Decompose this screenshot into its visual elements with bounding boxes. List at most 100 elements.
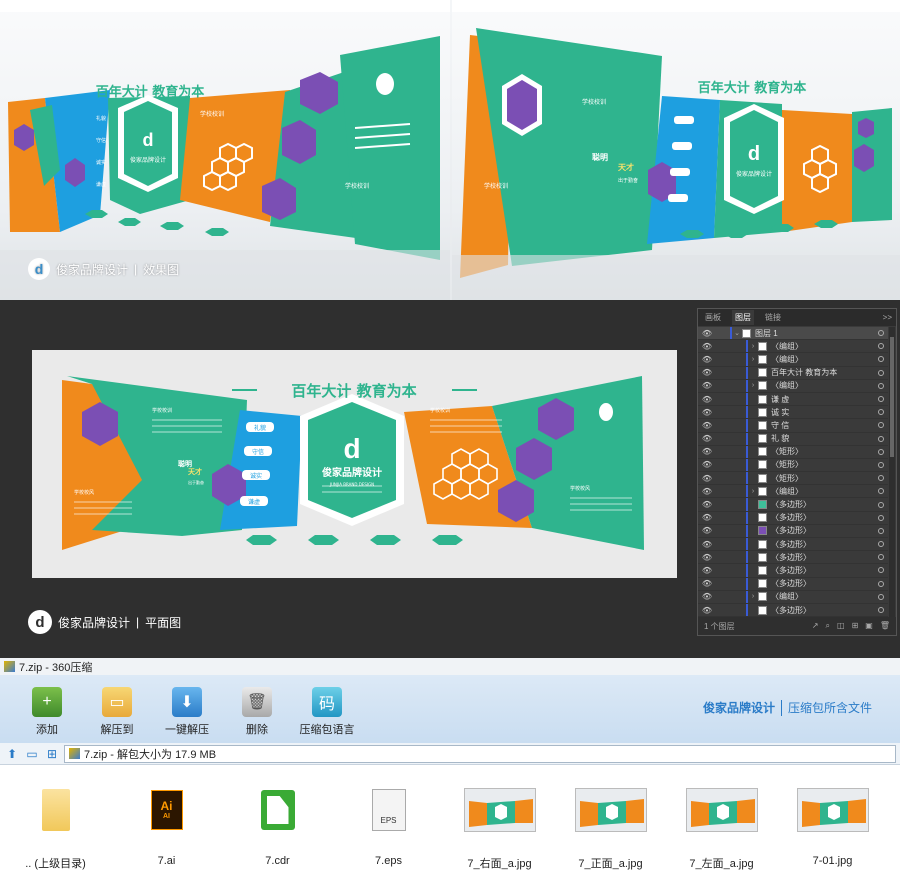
toolbar-lang-button[interactable]: 码压缩包语言 xyxy=(294,687,360,743)
visibility-eye-icon[interactable]: 👁 xyxy=(698,368,716,377)
layer-row[interactable]: 👁 百年大计 教育为本 xyxy=(698,366,888,380)
file-item[interactable]: 7_左面_a.jpg xyxy=(666,775,777,871)
expand-chevron-icon[interactable]: › xyxy=(748,343,758,350)
target-circle-icon[interactable] xyxy=(878,461,884,468)
visibility-eye-icon[interactable]: 👁 xyxy=(698,553,716,562)
toolbar-delete-button[interactable]: 🗑 删除 xyxy=(224,687,290,743)
layer-row[interactable]: 👁 › 〈编组〉 xyxy=(698,485,888,499)
visibility-eye-icon[interactable]: 👁 xyxy=(698,329,716,338)
toolbar-oneclick-button[interactable]: ⬇ 一键解压 xyxy=(154,687,220,743)
visibility-eye-icon[interactable]: 👁 xyxy=(698,355,716,364)
layer-row[interactable]: 👁 › 〈编组〉 xyxy=(698,340,888,354)
layer-row[interactable]: 👁 〈多边形〉 xyxy=(698,551,888,565)
tab-links[interactable]: 链接 xyxy=(762,310,784,325)
target-circle-icon[interactable] xyxy=(878,396,884,403)
target-circle-icon[interactable] xyxy=(878,435,884,442)
visibility-eye-icon[interactable]: 👁 xyxy=(698,342,716,351)
layer-row[interactable]: 👁 诚 实 xyxy=(698,406,888,420)
layer-row[interactable]: 👁 礼 貌 xyxy=(698,432,888,446)
visibility-eye-icon[interactable]: 👁 xyxy=(698,566,716,575)
layer-row[interactable]: 👁 〈多边形〉 xyxy=(698,577,888,591)
visibility-eye-icon[interactable]: 👁 xyxy=(698,421,716,430)
layer-row[interactable]: 👁 › 〈编组〉 xyxy=(698,590,888,604)
file-item[interactable]: Ai AI 7.ai xyxy=(111,775,222,871)
visibility-eye-icon[interactable]: 👁 xyxy=(698,579,716,588)
toolbar-extract-button[interactable]: ▭ 解压到 xyxy=(84,687,150,743)
visibility-eye-icon[interactable]: 👁 xyxy=(698,408,716,417)
visibility-eye-icon[interactable]: 👁 xyxy=(698,592,716,601)
target-circle-icon[interactable] xyxy=(878,580,884,587)
visibility-eye-icon[interactable]: 👁 xyxy=(698,381,716,390)
file-item[interactable]: EPS 7.eps xyxy=(333,775,444,871)
layer-row[interactable]: 👁 › 〈编组〉 xyxy=(698,379,888,393)
search-icon[interactable]: ⌕ xyxy=(826,621,830,631)
clip-mask-icon[interactable]: ◫ xyxy=(837,621,845,631)
target-circle-icon[interactable] xyxy=(878,554,884,561)
target-circle-icon[interactable] xyxy=(878,409,884,416)
target-circle-icon[interactable] xyxy=(878,567,884,574)
visibility-eye-icon[interactable]: 👁 xyxy=(698,474,716,483)
panel-menu-icon[interactable]: >> xyxy=(883,313,896,322)
target-circle-icon[interactable] xyxy=(878,422,884,429)
expand-chevron-icon[interactable]: › xyxy=(748,488,758,495)
visibility-eye-icon[interactable]: 👁 xyxy=(698,606,716,615)
expand-chevron-icon[interactable]: › xyxy=(748,356,758,363)
target-circle-icon[interactable] xyxy=(878,369,884,376)
delete-icon[interactable]: 🗑 xyxy=(880,621,890,631)
target-circle-icon[interactable] xyxy=(878,488,884,495)
view-details-icon[interactable]: ▭ xyxy=(24,746,40,762)
target-circle-icon[interactable] xyxy=(878,541,884,548)
export-icon[interactable]: ↗ xyxy=(812,621,819,631)
layer-row[interactable]: 👁 › 〈编组〉 xyxy=(698,353,888,367)
target-circle-icon[interactable] xyxy=(878,475,884,482)
visibility-eye-icon[interactable]: 👁 xyxy=(698,434,716,443)
layer-row[interactable]: 👁 〈多边形〉 xyxy=(698,538,888,552)
target-circle-icon[interactable] xyxy=(878,356,884,363)
layer-row[interactable]: 👁 〈矩形〉 xyxy=(698,472,888,486)
target-circle-icon[interactable] xyxy=(878,382,884,389)
file-item[interactable]: .. (上级目录) xyxy=(0,775,111,871)
layer-row[interactable]: 👁 守 信 xyxy=(698,419,888,433)
view-grid-icon[interactable]: ⊞ xyxy=(44,746,60,762)
toolbar-add-button[interactable]: + 添加 xyxy=(14,687,80,743)
file-item[interactable]: 7_正面_a.jpg xyxy=(555,775,666,871)
tab-artboards[interactable]: 画板 xyxy=(702,310,724,325)
layer-row[interactable]: 👁 谦 虚 xyxy=(698,392,888,407)
visibility-eye-icon[interactable]: 👁 xyxy=(698,460,716,469)
target-circle-icon[interactable] xyxy=(878,514,884,521)
visibility-eye-icon[interactable]: 👁 xyxy=(698,487,716,496)
layers-scrollbar[interactable] xyxy=(889,327,895,617)
visibility-eye-icon[interactable]: 👁 xyxy=(698,447,716,456)
expand-chevron-icon[interactable]: › xyxy=(748,382,758,389)
target-circle-icon[interactable] xyxy=(878,330,884,337)
layer-row[interactable]: 👁 〈矩形〉 xyxy=(698,458,888,473)
new-layer-icon[interactable]: ▣ xyxy=(865,621,873,631)
layer-row[interactable]: 👁 〈矩形〉 xyxy=(698,445,888,459)
target-circle-icon[interactable] xyxy=(878,448,884,455)
up-arrow-icon[interactable]: ⬆ xyxy=(4,746,20,762)
target-circle-icon[interactable] xyxy=(878,607,884,614)
tab-layers[interactable]: 图层 xyxy=(732,310,754,325)
file-item[interactable]: 7_右面_a.jpg xyxy=(444,775,555,871)
visibility-eye-icon[interactable]: 👁 xyxy=(698,513,716,522)
target-circle-icon[interactable] xyxy=(878,593,884,600)
target-circle-icon[interactable] xyxy=(878,501,884,508)
layer-row[interactable]: 👁 〈多边形〉 xyxy=(698,603,888,617)
visibility-eye-icon[interactable]: 👁 xyxy=(698,526,716,535)
file-item[interactable]: 7-01.jpg xyxy=(777,775,888,871)
layer-row[interactable]: 👁 〈多边形〉 xyxy=(698,564,888,578)
layer-row[interactable]: 👁 〈多边形〉 xyxy=(698,498,888,512)
layer-row[interactable]: 👁 〈多边形〉 xyxy=(698,511,888,525)
layer-row[interactable]: 👁 〈多边形〉 xyxy=(698,524,888,538)
target-circle-icon[interactable] xyxy=(878,527,884,534)
layer-row[interactable]: 👁 ⌄ 图层 1 xyxy=(698,327,888,341)
expand-chevron-icon[interactable]: ⌄ xyxy=(732,329,742,337)
file-item[interactable]: 7.cdr xyxy=(222,775,333,871)
visibility-eye-icon[interactable]: 👁 xyxy=(698,395,716,404)
visibility-eye-icon[interactable]: 👁 xyxy=(698,540,716,549)
visibility-eye-icon[interactable]: 👁 xyxy=(698,500,716,509)
expand-chevron-icon[interactable]: › xyxy=(748,593,758,600)
path-field[interactable]: 7.zip - 解包大小为 17.9 MB xyxy=(64,744,896,763)
target-circle-icon[interactable] xyxy=(878,343,884,350)
new-sublayer-icon[interactable]: ⊞ xyxy=(852,621,859,631)
